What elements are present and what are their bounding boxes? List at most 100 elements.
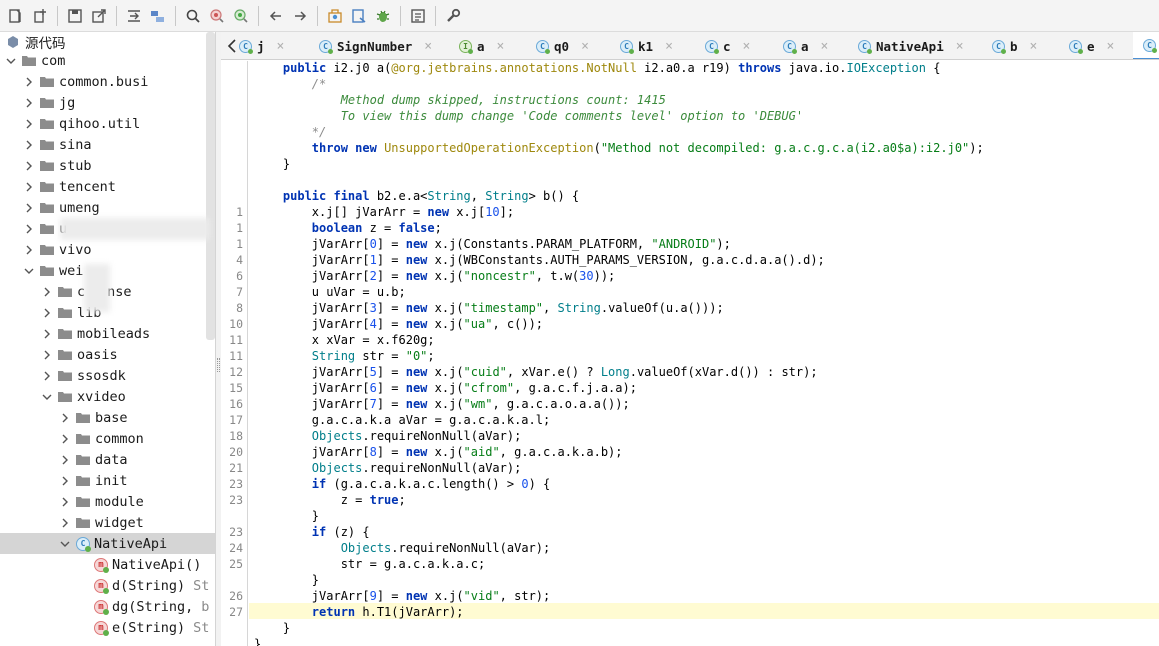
chevron-right-icon[interactable] — [24, 224, 34, 234]
tree-class-item[interactable]: C NativeApi — [0, 533, 215, 554]
code-line: } — [254, 157, 291, 171]
deobfuscate-icon[interactable] — [325, 6, 345, 26]
chevron-down-icon[interactable] — [6, 56, 16, 66]
flatten-packages-icon[interactable] — [148, 6, 168, 26]
code-line: if (g.a.c.a.k.a.c.length() > 0) { — [311, 477, 551, 491]
code-line: u uVar = u.b; — [254, 285, 406, 299]
tree-package-item[interactable]: base — [0, 407, 215, 428]
open-file-icon[interactable] — [6, 6, 26, 26]
tree-package-item[interactable]: com — [0, 50, 215, 71]
package-folder-icon — [40, 140, 54, 150]
editor-tab[interactable]: Ca × — [783, 32, 829, 59]
tree-package-item[interactable]: xvideo — [0, 386, 215, 407]
chevron-right-icon[interactable] — [60, 497, 70, 507]
export-icon[interactable] — [89, 6, 109, 26]
tree-package-item[interactable]: data — [0, 449, 215, 470]
search-icon[interactable] — [183, 6, 203, 26]
code-line: jVarArr[2] = new x.j("noncestr", t.w(30)… — [254, 269, 616, 283]
editor-tab[interactable]: Ce × — [1069, 32, 1115, 59]
editor-tab[interactable]: C — [1133, 32, 1159, 59]
tree-package-item[interactable]: common — [0, 428, 215, 449]
editor-tab[interactable]: Cb × — [992, 32, 1038, 59]
search-class-icon[interactable] — [207, 6, 227, 26]
chevron-right-icon[interactable] — [60, 455, 70, 465]
chevron-right-icon[interactable] — [42, 308, 52, 318]
tree-root[interactable]: 源代码 — [0, 32, 215, 52]
tree-method-item[interactable]: m e(String) St — [0, 617, 215, 638]
chevron-right-icon[interactable] — [24, 140, 34, 150]
chevron-right-icon[interactable] — [60, 518, 70, 528]
debug-bug-icon[interactable] — [373, 6, 393, 26]
tab-close-icon[interactable]: × — [743, 39, 751, 54]
chevron-right-icon[interactable] — [24, 203, 34, 213]
tree-method-item[interactable]: m dg(String, b — [0, 596, 215, 617]
add-file-icon[interactable] — [30, 6, 50, 26]
chevron-right-icon[interactable] — [42, 329, 52, 339]
tree-package-item[interactable]: stub — [0, 155, 215, 176]
tree-package-item[interactable]: widget — [0, 512, 215, 533]
tree-package-item[interactable]: oasis — [0, 344, 215, 365]
settings-wrench-icon[interactable] — [443, 6, 463, 26]
chevron-right-icon[interactable] — [24, 98, 34, 108]
tree-package-item[interactable]: common.busi — [0, 71, 215, 92]
chevron-right-icon[interactable] — [60, 476, 70, 486]
sidebar-scrollbar[interactable] — [206, 32, 215, 340]
line-number: 18 — [229, 429, 243, 443]
tree-package-item[interactable]: sina — [0, 134, 215, 155]
editor-tab[interactable]: C SignNumber × — [319, 32, 432, 59]
chevron-right-icon[interactable] — [60, 434, 70, 444]
tree-item-label: module — [95, 493, 144, 510]
chevron-right-icon[interactable] — [42, 371, 52, 381]
tab-close-icon[interactable]: × — [581, 39, 589, 54]
splitter-grip[interactable] — [217, 358, 220, 372]
chevron-right-icon[interactable] — [42, 287, 52, 297]
tree-package-item[interactable]: ssosdk — [0, 365, 215, 386]
save-icon[interactable] — [65, 6, 85, 26]
tree-package-item[interactable]: init — [0, 470, 215, 491]
tab-close-icon[interactable]: × — [424, 39, 432, 54]
tree-package-item[interactable]: jg — [0, 92, 215, 113]
tree-package-item[interactable]: mobileads — [0, 323, 215, 344]
chevron-right-icon[interactable] — [24, 77, 34, 87]
chevron-right-icon[interactable] — [42, 350, 52, 360]
tree-item-label: widget — [95, 514, 144, 531]
tree-package-item[interactable]: tencent — [0, 176, 215, 197]
tree-package-item[interactable]: umeng — [0, 197, 215, 218]
chevron-down-icon[interactable] — [24, 266, 34, 276]
editor-tab[interactable]: Ia × — [459, 32, 505, 59]
tab-close-icon[interactable]: × — [821, 39, 829, 54]
chevron-right-icon[interactable] — [60, 413, 70, 423]
tab-close-icon[interactable]: × — [1107, 39, 1115, 54]
tree-package-item[interactable]: qihoo.util — [0, 113, 215, 134]
editor-tab[interactable]: Cj × — [239, 32, 285, 59]
chevron-right-icon[interactable] — [24, 245, 34, 255]
chevron-down-icon[interactable] — [42, 392, 52, 402]
tab-close-icon[interactable]: × — [665, 39, 673, 54]
tab-close-icon[interactable]: × — [277, 39, 285, 54]
tree-item-return-type: St — [193, 619, 210, 636]
log-viewer-icon[interactable] — [408, 6, 428, 26]
sync-tree-icon[interactable] — [124, 6, 144, 26]
tab-close-icon[interactable]: × — [1030, 39, 1038, 54]
editor-tab[interactable]: C NativeApi × — [858, 32, 964, 59]
back-icon[interactable] — [266, 6, 286, 26]
search-usage-icon[interactable] — [231, 6, 251, 26]
tree-method-item[interactable]: m d(String) St — [0, 575, 215, 596]
editor-tab[interactable]: Cc × — [705, 32, 751, 59]
tree-package-item[interactable]: vivo — [0, 239, 215, 260]
chevron-right-icon[interactable] — [24, 119, 34, 129]
chevron-down-icon[interactable] — [60, 539, 70, 549]
tab-close-icon[interactable]: × — [956, 39, 964, 54]
chevron-right-icon[interactable] — [24, 182, 34, 192]
code-line: throw new UnsupportedOperationException(… — [311, 141, 984, 155]
editor-tab[interactable]: Cq0 × — [536, 32, 589, 59]
tabs-scroll-left-icon[interactable] — [225, 38, 239, 54]
tree-method-item[interactable]: m NativeApi() — [0, 554, 215, 575]
forward-icon[interactable] — [290, 6, 310, 26]
tab-close-icon[interactable]: × — [497, 39, 505, 54]
chevron-right-icon[interactable] — [24, 161, 34, 171]
tree-package-item[interactable]: module — [0, 491, 215, 512]
editor-tab[interactable]: Ck1 × — [620, 32, 673, 59]
quick-search-icon[interactable] — [349, 6, 369, 26]
code-editor[interactable]: 1 1 1 4 6 7 8 10 11 11 12 15 16 17 18 20 21 23 23 23 24 25 26 2… — [221, 61, 1159, 646]
